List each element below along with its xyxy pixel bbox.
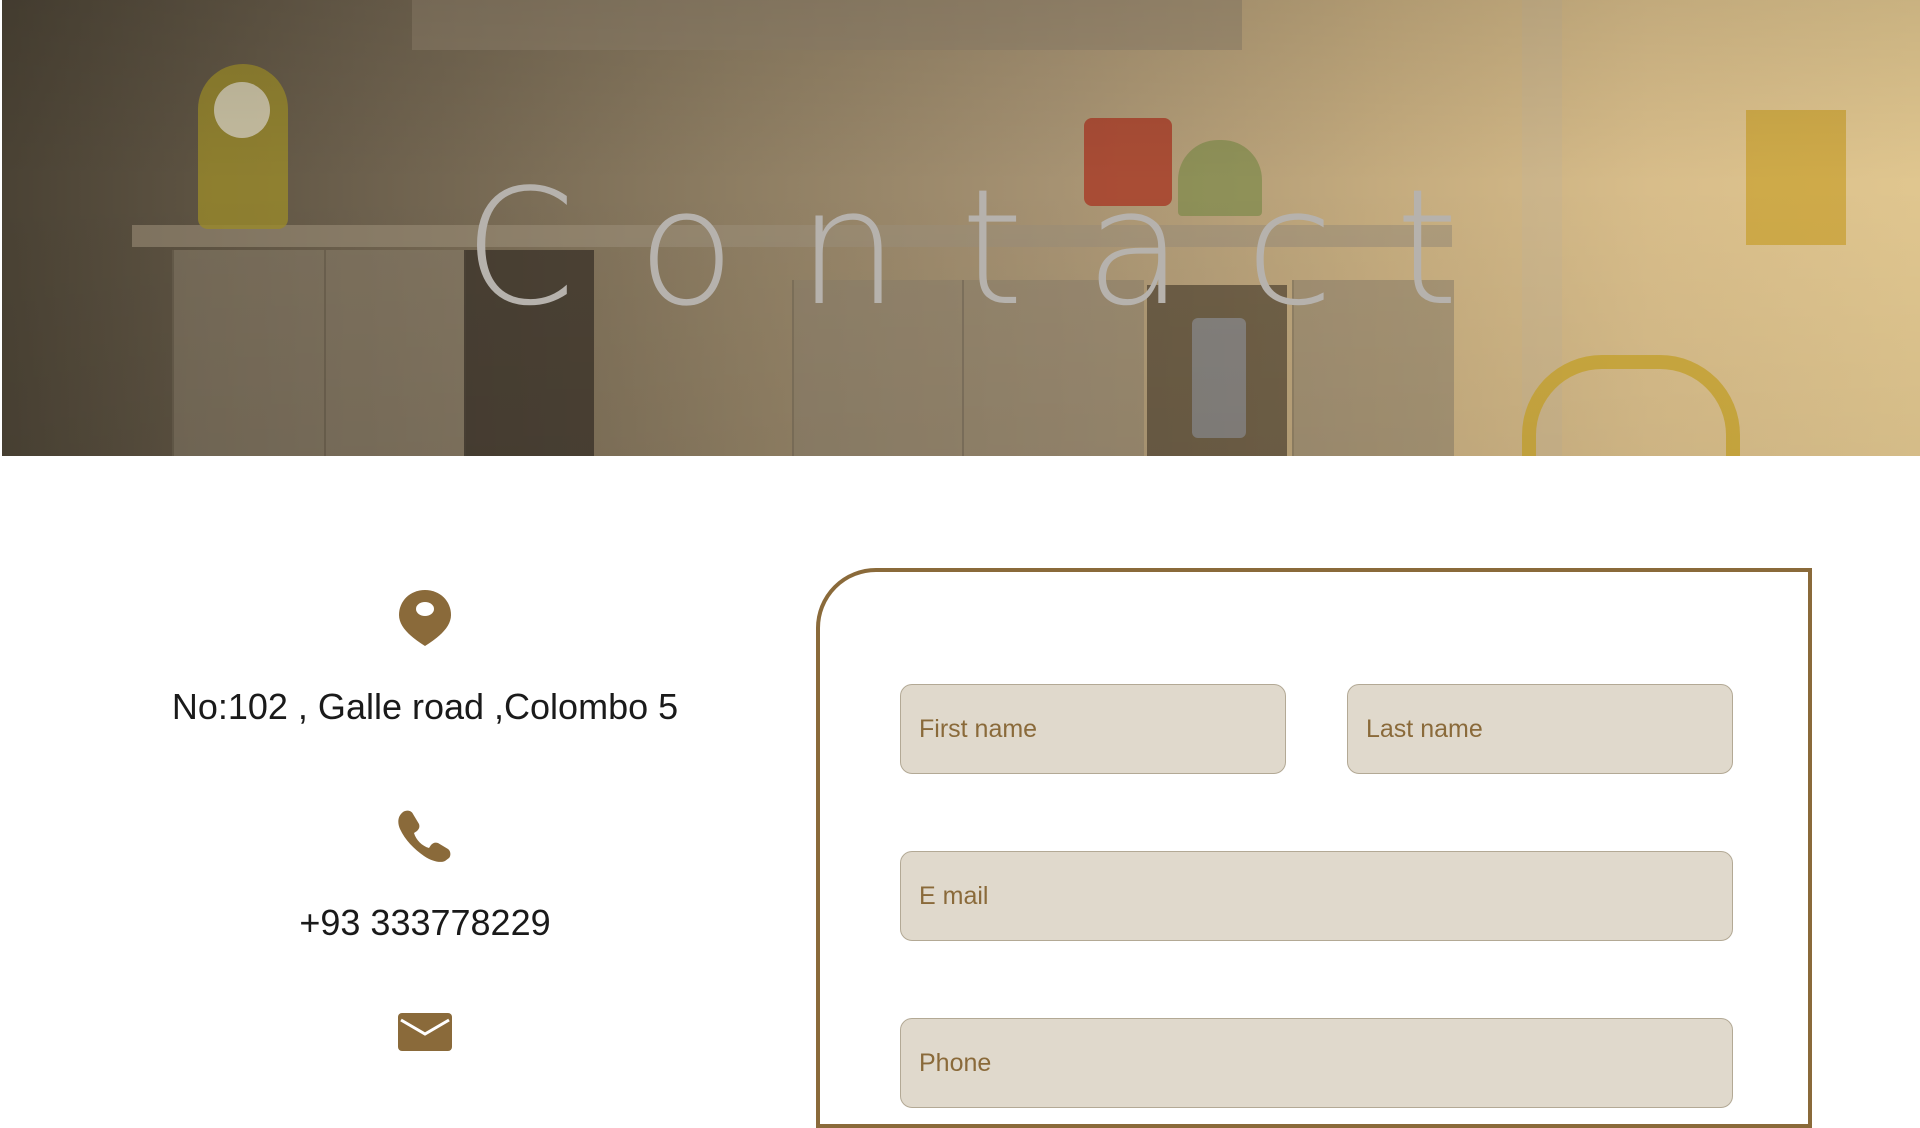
first-name-field[interactable] bbox=[900, 684, 1286, 774]
phone-text: +93 333778229 bbox=[299, 902, 551, 943]
last-name-field[interactable] bbox=[1347, 684, 1733, 774]
hero-banner: Contact bbox=[2, 0, 1920, 456]
contact-form bbox=[816, 568, 1812, 1128]
email-field[interactable] bbox=[900, 851, 1733, 941]
envelope-icon bbox=[398, 1013, 452, 1051]
phone-icon bbox=[398, 810, 451, 862]
address-text: No:102 , Galle road ,Colombo 5 bbox=[171, 686, 679, 727]
phone-field[interactable] bbox=[900, 1018, 1733, 1108]
email-block bbox=[120, 1012, 730, 1052]
map-pin-icon bbox=[399, 590, 451, 646]
page-title: Contact bbox=[463, 154, 1521, 341]
phone-block: +93 333778229 bbox=[120, 808, 730, 944]
address-block: No:102 , Galle road ,Colombo 5 bbox=[120, 588, 730, 728]
